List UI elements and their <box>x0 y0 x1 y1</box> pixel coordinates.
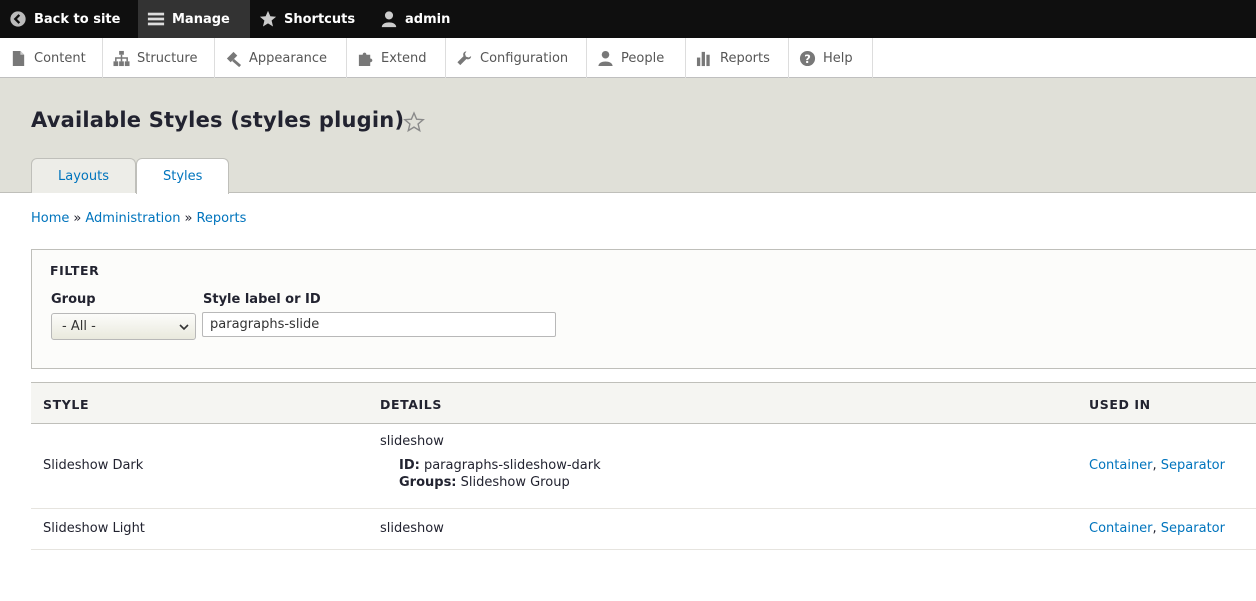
tray-item-configuration[interactable]: Configuration <box>446 38 587 78</box>
hamburger-icon <box>146 9 166 29</box>
page-title: Available Styles (styles plugin) <box>31 108 405 132</box>
tray-item-label: Appearance <box>249 50 328 66</box>
breadcrumb-separator: » <box>73 211 82 226</box>
table-row: Slideshow Light slideshow Container, Sep… <box>31 509 1256 550</box>
group-select-value: - All - <box>62 319 96 334</box>
details-title: slideshow <box>380 521 444 536</box>
tray-item-label: People <box>621 50 665 66</box>
tray-item-label: Configuration <box>480 50 569 66</box>
chevron-down-icon <box>179 324 189 331</box>
group-select[interactable]: - All - <box>51 313 196 340</box>
back-to-site-link[interactable]: Back to site <box>0 0 138 38</box>
user-label: admin <box>405 11 451 27</box>
arrow-left-circle-icon <box>8 9 28 29</box>
tray-item-content[interactable]: Content <box>0 38 103 78</box>
shortcuts-tab[interactable]: Shortcuts <box>250 0 375 38</box>
groups-value: Slideshow Group <box>460 475 570 490</box>
wrench-icon <box>455 49 473 67</box>
header-used-in: USED IN <box>1089 397 1151 412</box>
tab-layouts[interactable]: Layouts <box>31 158 136 193</box>
header-style: STYLE <box>43 397 90 412</box>
used-in-separator-link[interactable]: Separator <box>1161 521 1225 536</box>
admin-tray: Content Structure Appearance Extend Conf… <box>0 38 1256 78</box>
tray-item-label: Extend <box>381 50 427 66</box>
style-name: Slideshow Dark <box>43 458 144 473</box>
people-icon <box>596 49 614 67</box>
tray-item-people[interactable]: People <box>587 38 686 78</box>
table-header: STYLE DETAILS USED IN <box>31 382 1256 424</box>
id-label: ID: <box>399 458 420 473</box>
used-in: Container, Separator <box>1089 521 1225 536</box>
user-icon <box>379 9 399 29</box>
paintbrush-icon <box>224 49 242 67</box>
user-tab[interactable]: admin <box>375 0 462 38</box>
used-in-separator: , <box>1152 458 1161 473</box>
tray-item-appearance[interactable]: Appearance <box>215 38 347 78</box>
tray-item-label: Content <box>34 50 86 66</box>
header-details: DETAILS <box>380 397 442 412</box>
admin-toolbar: Back to site Manage Shortcuts admin <box>0 0 1256 38</box>
details-groups: Groups: Slideshow Group <box>399 475 570 490</box>
file-icon <box>9 49 27 67</box>
style-search-label: Style label or ID <box>203 292 321 307</box>
tray-item-label: Structure <box>137 50 198 66</box>
tray-item-label: Reports <box>720 50 770 66</box>
used-in: Container, Separator <box>1089 458 1225 473</box>
svg-text:?: ? <box>804 51 811 65</box>
tab-styles[interactable]: Styles <box>135 158 230 194</box>
style-search-input[interactable] <box>202 312 556 337</box>
details-id: ID: paragraphs-slideshow-dark <box>399 458 601 473</box>
breadcrumb-reports[interactable]: Reports <box>196 211 246 226</box>
tray-item-reports[interactable]: Reports <box>686 38 789 78</box>
used-in-separator: , <box>1152 521 1161 536</box>
back-to-site-label: Back to site <box>34 11 121 27</box>
tray-item-help[interactable]: ? Help <box>789 38 873 78</box>
breadcrumb: Home» Administration» Reports <box>31 211 246 226</box>
page-header: Available Styles (styles plugin) Layouts… <box>0 78 1256 194</box>
used-in-separator-link[interactable]: Separator <box>1161 458 1225 473</box>
id-value: paragraphs-slideshow-dark <box>423 458 601 473</box>
shortcuts-label: Shortcuts <box>284 11 356 27</box>
puzzle-icon <box>356 49 374 67</box>
filter-legend: FILTER <box>50 263 100 278</box>
breadcrumb-administration[interactable]: Administration <box>85 211 180 226</box>
tray-item-structure[interactable]: Structure <box>103 38 215 78</box>
sitemap-icon <box>112 49 130 67</box>
help-icon: ? <box>798 49 816 67</box>
shortcut-star-icon[interactable] <box>403 111 425 133</box>
breadcrumb-separator: » <box>184 211 193 226</box>
used-in-container-link[interactable]: Container <box>1089 521 1153 536</box>
used-in-container-link[interactable]: Container <box>1089 458 1153 473</box>
bar-chart-icon <box>695 49 713 67</box>
manage-label: Manage <box>172 11 230 27</box>
groups-label: Groups: <box>399 475 457 490</box>
manage-tab[interactable]: Manage <box>138 0 250 38</box>
filter-fieldset: FILTER Group Style label or ID - All - <box>31 249 1256 369</box>
group-label: Group <box>51 292 96 307</box>
breadcrumb-home[interactable]: Home <box>31 211 69 226</box>
style-name: Slideshow Light <box>43 521 145 536</box>
styles-table: STYLE DETAILS USED IN Slideshow Dark sli… <box>31 382 1256 550</box>
star-icon <box>258 9 278 29</box>
tray-item-extend[interactable]: Extend <box>347 38 446 78</box>
tray-item-label: Help <box>823 50 853 66</box>
table-row: Slideshow Dark slideshow ID: paragraphs-… <box>31 424 1256 509</box>
primary-tabs: Layouts Styles <box>31 158 230 194</box>
details-title: slideshow <box>380 434 444 449</box>
